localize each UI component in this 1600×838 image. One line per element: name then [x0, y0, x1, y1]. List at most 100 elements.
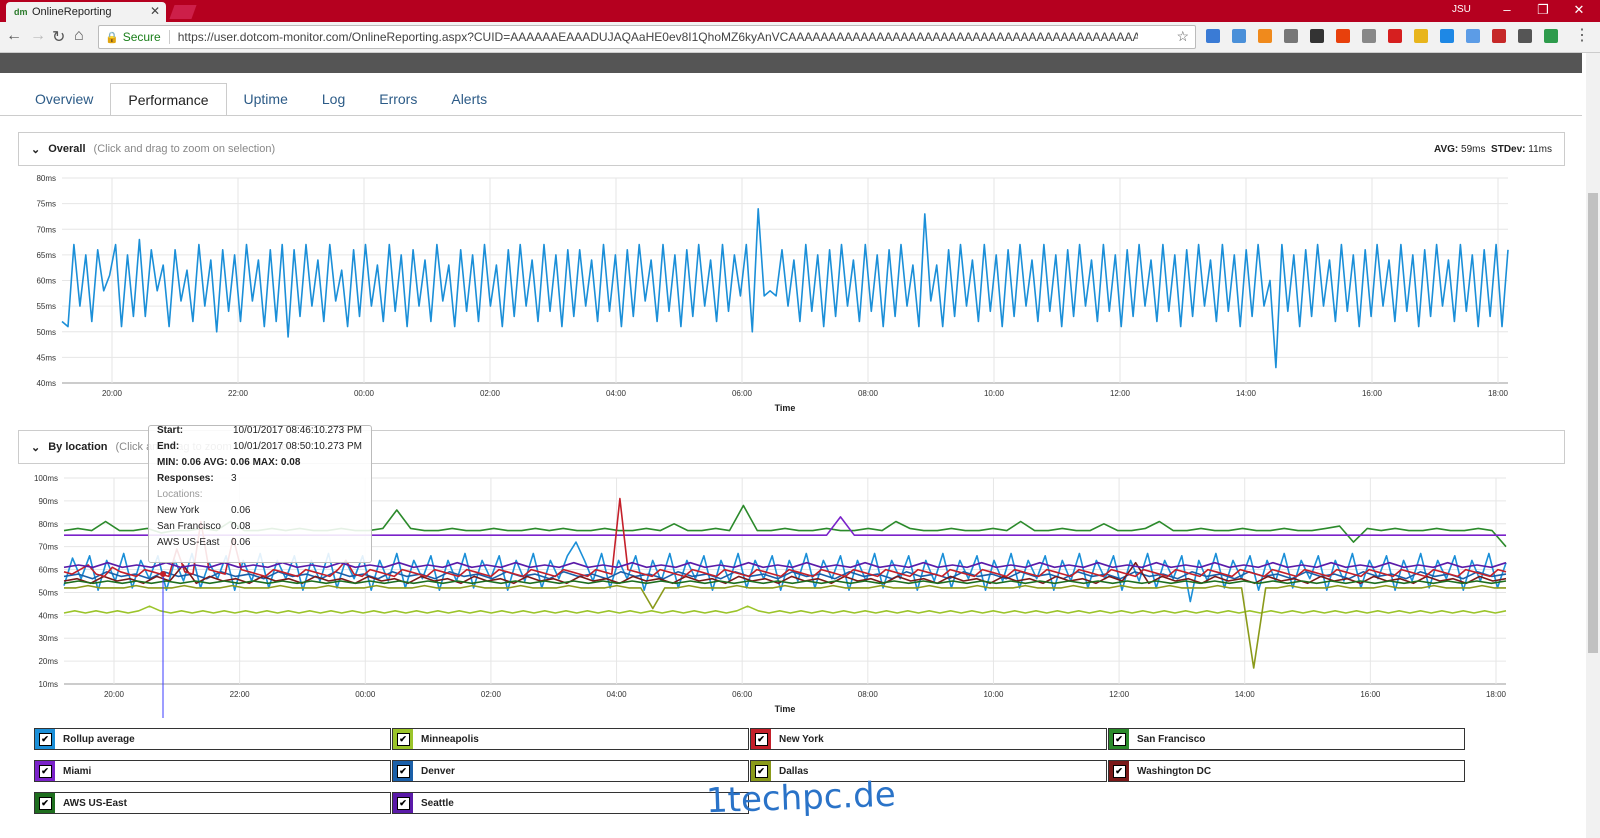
extension-icon[interactable] — [1518, 29, 1532, 43]
legend-checkbox[interactable]: ✔ — [393, 761, 413, 781]
legend-item[interactable]: ✔ New York — [750, 728, 1107, 750]
x-tick-label: 00:00 — [354, 389, 375, 398]
legend-checkbox[interactable]: ✔ — [35, 761, 55, 781]
x-tick-label: 08:00 — [858, 690, 879, 699]
profile-label[interactable]: JSU — [1452, 4, 1471, 15]
tab-overview[interactable]: Overview — [18, 83, 110, 115]
legend-checkbox[interactable]: ✔ — [751, 761, 771, 781]
x-tick-label: 22:00 — [230, 690, 251, 699]
extension-icon[interactable] — [1414, 29, 1428, 43]
legend-checkbox[interactable]: ✔ — [1109, 729, 1129, 749]
x-tick-label: 10:00 — [983, 690, 1004, 699]
tab-errors[interactable]: Errors — [362, 83, 434, 115]
legend-label: San Francisco — [1137, 733, 1206, 745]
legend-item[interactable]: ✔ Seattle — [392, 792, 749, 814]
tab-alerts[interactable]: Alerts — [434, 83, 504, 115]
x-tick-label: 06:00 — [732, 389, 753, 398]
legend-item[interactable]: ✔ Miami — [34, 760, 391, 782]
extension-icon[interactable] — [1544, 29, 1558, 43]
series-line — [64, 584, 1506, 669]
legend-checkbox[interactable]: ✔ — [35, 729, 55, 749]
extension-icon[interactable] — [1258, 29, 1272, 43]
y-tick-label: 100ms — [34, 474, 58, 483]
x-tick-label: 14:00 — [1236, 389, 1257, 398]
scrollbar[interactable] — [1586, 53, 1600, 838]
legend-item[interactable]: ✔ AWS US-East — [34, 792, 391, 814]
url-text[interactable]: https://user.dotcom-monitor.com/OnlineRe… — [178, 30, 1138, 44]
extension-icon[interactable] — [1206, 29, 1220, 43]
x-tick-label: 16:00 — [1362, 389, 1383, 398]
chevron-down-icon[interactable]: ⌄ — [31, 441, 40, 454]
close-tab-icon[interactable]: ✕ — [150, 4, 160, 18]
legend-checkbox[interactable]: ✔ — [35, 793, 55, 813]
y-tick-label: 75ms — [36, 200, 56, 209]
x-tick-label: 18:00 — [1488, 389, 1509, 398]
bookmark-star-icon[interactable]: ☆ — [1176, 28, 1189, 45]
scrollbar-thumb[interactable] — [1588, 193, 1598, 653]
extension-icon[interactable] — [1492, 29, 1506, 43]
check-icon: ✔ — [754, 732, 768, 746]
secure-label: Secure — [122, 30, 161, 44]
legend-checkbox[interactable]: ✔ — [393, 793, 413, 813]
y-tick-label: 50ms — [38, 588, 58, 597]
x-tick-label: 08:00 — [858, 389, 879, 398]
minimize-icon[interactable]: – — [1492, 2, 1522, 17]
location-title: By location — [48, 441, 108, 453]
check-icon: ✔ — [38, 732, 52, 746]
overall-hint: (Click and drag to zoom on selection) — [93, 143, 276, 155]
extension-icon[interactable] — [1336, 29, 1350, 43]
extension-icon[interactable] — [1466, 29, 1480, 43]
y-tick-label: 40ms — [38, 611, 58, 620]
overall-chart[interactable]: 40ms 45ms 50ms 55ms 60ms 65ms 70ms 75ms 80ms 20:0… — [0, 170, 1560, 420]
extension-icon[interactable] — [1388, 29, 1402, 43]
x-tick-label: 04:00 — [607, 690, 628, 699]
extension-icon[interactable] — [1362, 29, 1376, 43]
overall-stats: AVG: 59ms STDev: 11ms — [1433, 143, 1552, 155]
lock-icon: 🔒 — [105, 31, 119, 44]
x-tick-label: 10:00 — [984, 389, 1005, 398]
check-icon: ✔ — [396, 796, 410, 810]
extension-icon[interactable] — [1310, 29, 1324, 43]
forward-icon[interactable]: → — [30, 27, 46, 45]
overall-panel-header[interactable]: ⌄ Overall (Click and drag to zoom on sel… — [18, 132, 1565, 166]
browser-tab[interactable]: dm OnlineReporting ✕ — [6, 2, 166, 22]
reload-icon[interactable]: ↻ — [52, 27, 65, 47]
legend-item[interactable]: ✔ San Francisco — [1108, 728, 1465, 750]
tab-uptime[interactable]: Uptime — [227, 83, 305, 115]
check-icon: ✔ — [396, 732, 410, 746]
extension-icon[interactable] — [1440, 29, 1454, 43]
y-tick-label: 80ms — [38, 520, 58, 529]
y-tick-label: 70ms — [36, 225, 56, 234]
x-tick-label: 14:00 — [1235, 690, 1256, 699]
y-tick-label: 10ms — [38, 680, 58, 689]
x-tick-label: 12:00 — [1109, 690, 1130, 699]
back-icon[interactable]: ← — [6, 27, 22, 45]
y-tick-label: 45ms — [36, 353, 56, 362]
legend-item[interactable]: ✔ Rollup average — [34, 728, 391, 750]
home-icon[interactable]: ⌂ — [74, 27, 84, 45]
chevron-down-icon[interactable]: ⌄ — [31, 143, 40, 156]
legend-item[interactable]: ✔ Minneapolis — [392, 728, 749, 750]
check-icon: ✔ — [1112, 764, 1126, 778]
legend-item[interactable]: ✔ Denver — [392, 760, 749, 782]
legend-checkbox[interactable]: ✔ — [393, 729, 413, 749]
extension-icon[interactable] — [1284, 29, 1298, 43]
legend-checkbox[interactable]: ✔ — [1109, 761, 1129, 781]
tab-performance[interactable]: Performance — [110, 83, 227, 115]
overall-title: Overall — [48, 143, 86, 155]
new-tab-button[interactable] — [169, 5, 197, 19]
y-tick-label: 70ms — [38, 543, 58, 552]
legend-item[interactable]: ✔ Washington DC — [1108, 760, 1465, 782]
tab-log[interactable]: Log — [305, 83, 362, 115]
close-window-icon[interactable]: ✕ — [1564, 2, 1594, 18]
extension-icon[interactable] — [1232, 29, 1246, 43]
series-line — [63, 605, 1507, 614]
check-icon: ✔ — [38, 796, 52, 810]
maximize-icon[interactable]: ❐ — [1528, 2, 1558, 18]
menu-icon[interactable]: ⋮ — [1574, 25, 1590, 45]
legend-checkbox[interactable]: ✔ — [751, 729, 771, 749]
address-bar[interactable]: 🔒 Secure https://user.dotcom-monitor.com… — [98, 25, 1196, 49]
x-tick-label: 20:00 — [104, 690, 125, 699]
y-tick-label: 60ms — [36, 277, 56, 286]
x-axis-label: Time — [775, 704, 796, 714]
